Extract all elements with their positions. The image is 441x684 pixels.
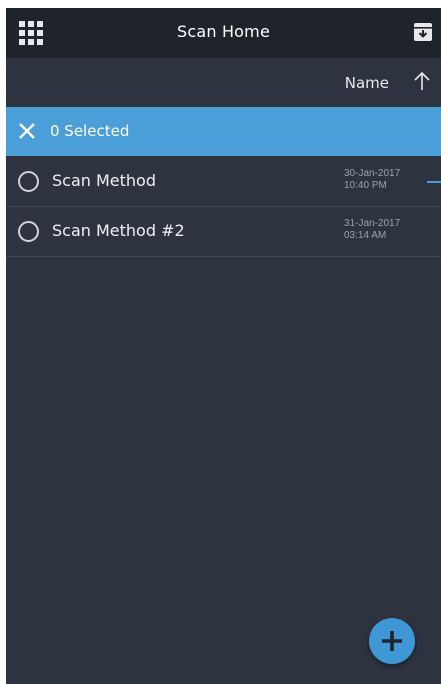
item-time: 03:14 AM bbox=[344, 230, 387, 241]
selected-count: 0 Selected bbox=[50, 122, 130, 140]
page-title: Scan Home bbox=[176, 22, 271, 41]
add-button[interactable] bbox=[369, 618, 415, 664]
item-date: 31-Jan-2017 bbox=[344, 218, 401, 229]
close-icon[interactable] bbox=[18, 122, 36, 140]
item-date: 30-Jan-2017 bbox=[344, 168, 401, 179]
app-window: Scan Home Name 0 Selected Scan Method 30… bbox=[6, 8, 441, 684]
sort-bar: Name bbox=[6, 58, 441, 106]
list-item[interactable]: Scan Method #2 31-Jan-2017 03:14 AM bbox=[6, 207, 441, 257]
item-title: Scan Method bbox=[52, 171, 156, 190]
item-title: Scan Method #2 bbox=[52, 221, 185, 240]
select-radio[interactable] bbox=[18, 221, 39, 242]
select-radio[interactable] bbox=[18, 171, 39, 192]
list-item[interactable]: Scan Method 30-Jan-2017 10:40 PM bbox=[6, 157, 441, 207]
plus-icon bbox=[382, 631, 402, 651]
app-bar: Scan Home bbox=[6, 8, 441, 58]
item-time: 10:40 PM bbox=[344, 180, 387, 191]
item-timestamp: 31-Jan-2017 03:14 AM bbox=[344, 218, 400, 242]
selection-bar: 0 Selected bbox=[6, 107, 441, 156]
scroll-indicator bbox=[427, 181, 441, 183]
item-timestamp: 30-Jan-2017 10:40 PM bbox=[344, 168, 400, 192]
arrow-up-icon[interactable] bbox=[412, 70, 432, 92]
sort-by-name[interactable]: Name bbox=[345, 74, 389, 92]
archive-download-icon[interactable] bbox=[413, 22, 433, 42]
